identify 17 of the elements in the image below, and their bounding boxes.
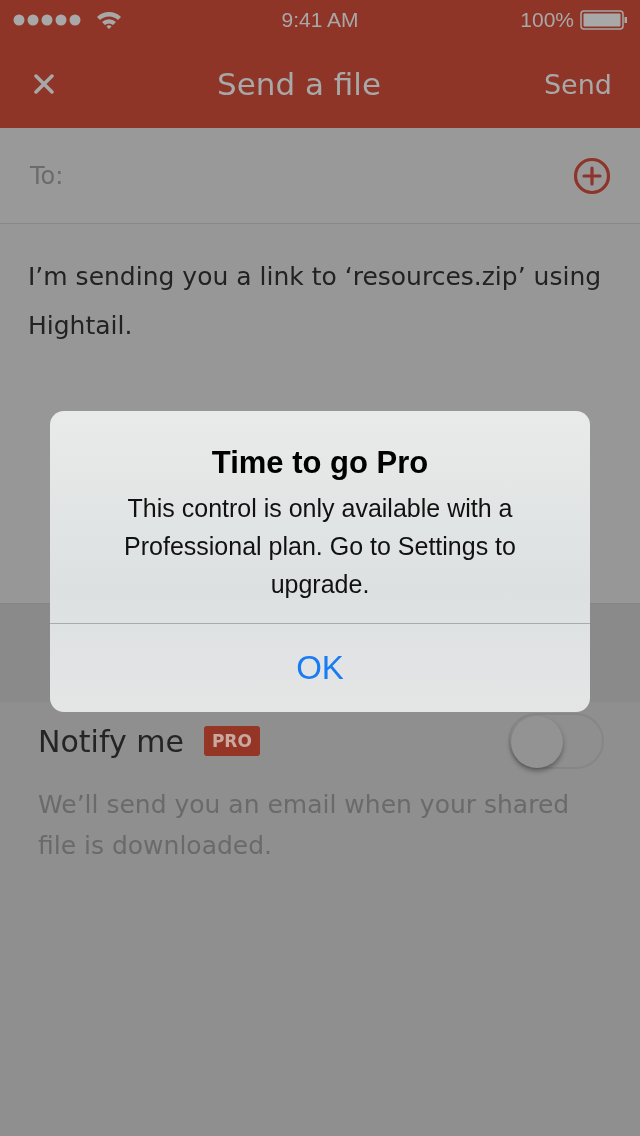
screen-title: Send a file: [217, 66, 381, 102]
notify-label: Notify me: [38, 723, 184, 759]
wifi-icon: [96, 11, 122, 29]
send-button[interactable]: Send: [543, 68, 612, 100]
alert-title: Time to go Pro: [210, 445, 430, 481]
close-icon: [34, 74, 54, 94]
message-text: I’m sending you a link to ‘resources.zip’ using Hightail.: [28, 261, 603, 342]
battery-level: 100%: [520, 8, 574, 32]
alert-message: This control is only available with a Professional plan. Go to Settings to upgrade.: [123, 493, 517, 600]
battery-icon: [580, 10, 628, 30]
add-icon: [573, 156, 611, 195]
close-button[interactable]: [34, 74, 54, 94]
clock: 9:41 AM: [281, 8, 359, 32]
pro-badge: PRO: [203, 726, 260, 756]
notify-toggle[interactable]: [508, 713, 604, 769]
ok-button[interactable]: OK: [50, 624, 590, 712]
add-recipient-button[interactable]: [573, 156, 611, 195]
